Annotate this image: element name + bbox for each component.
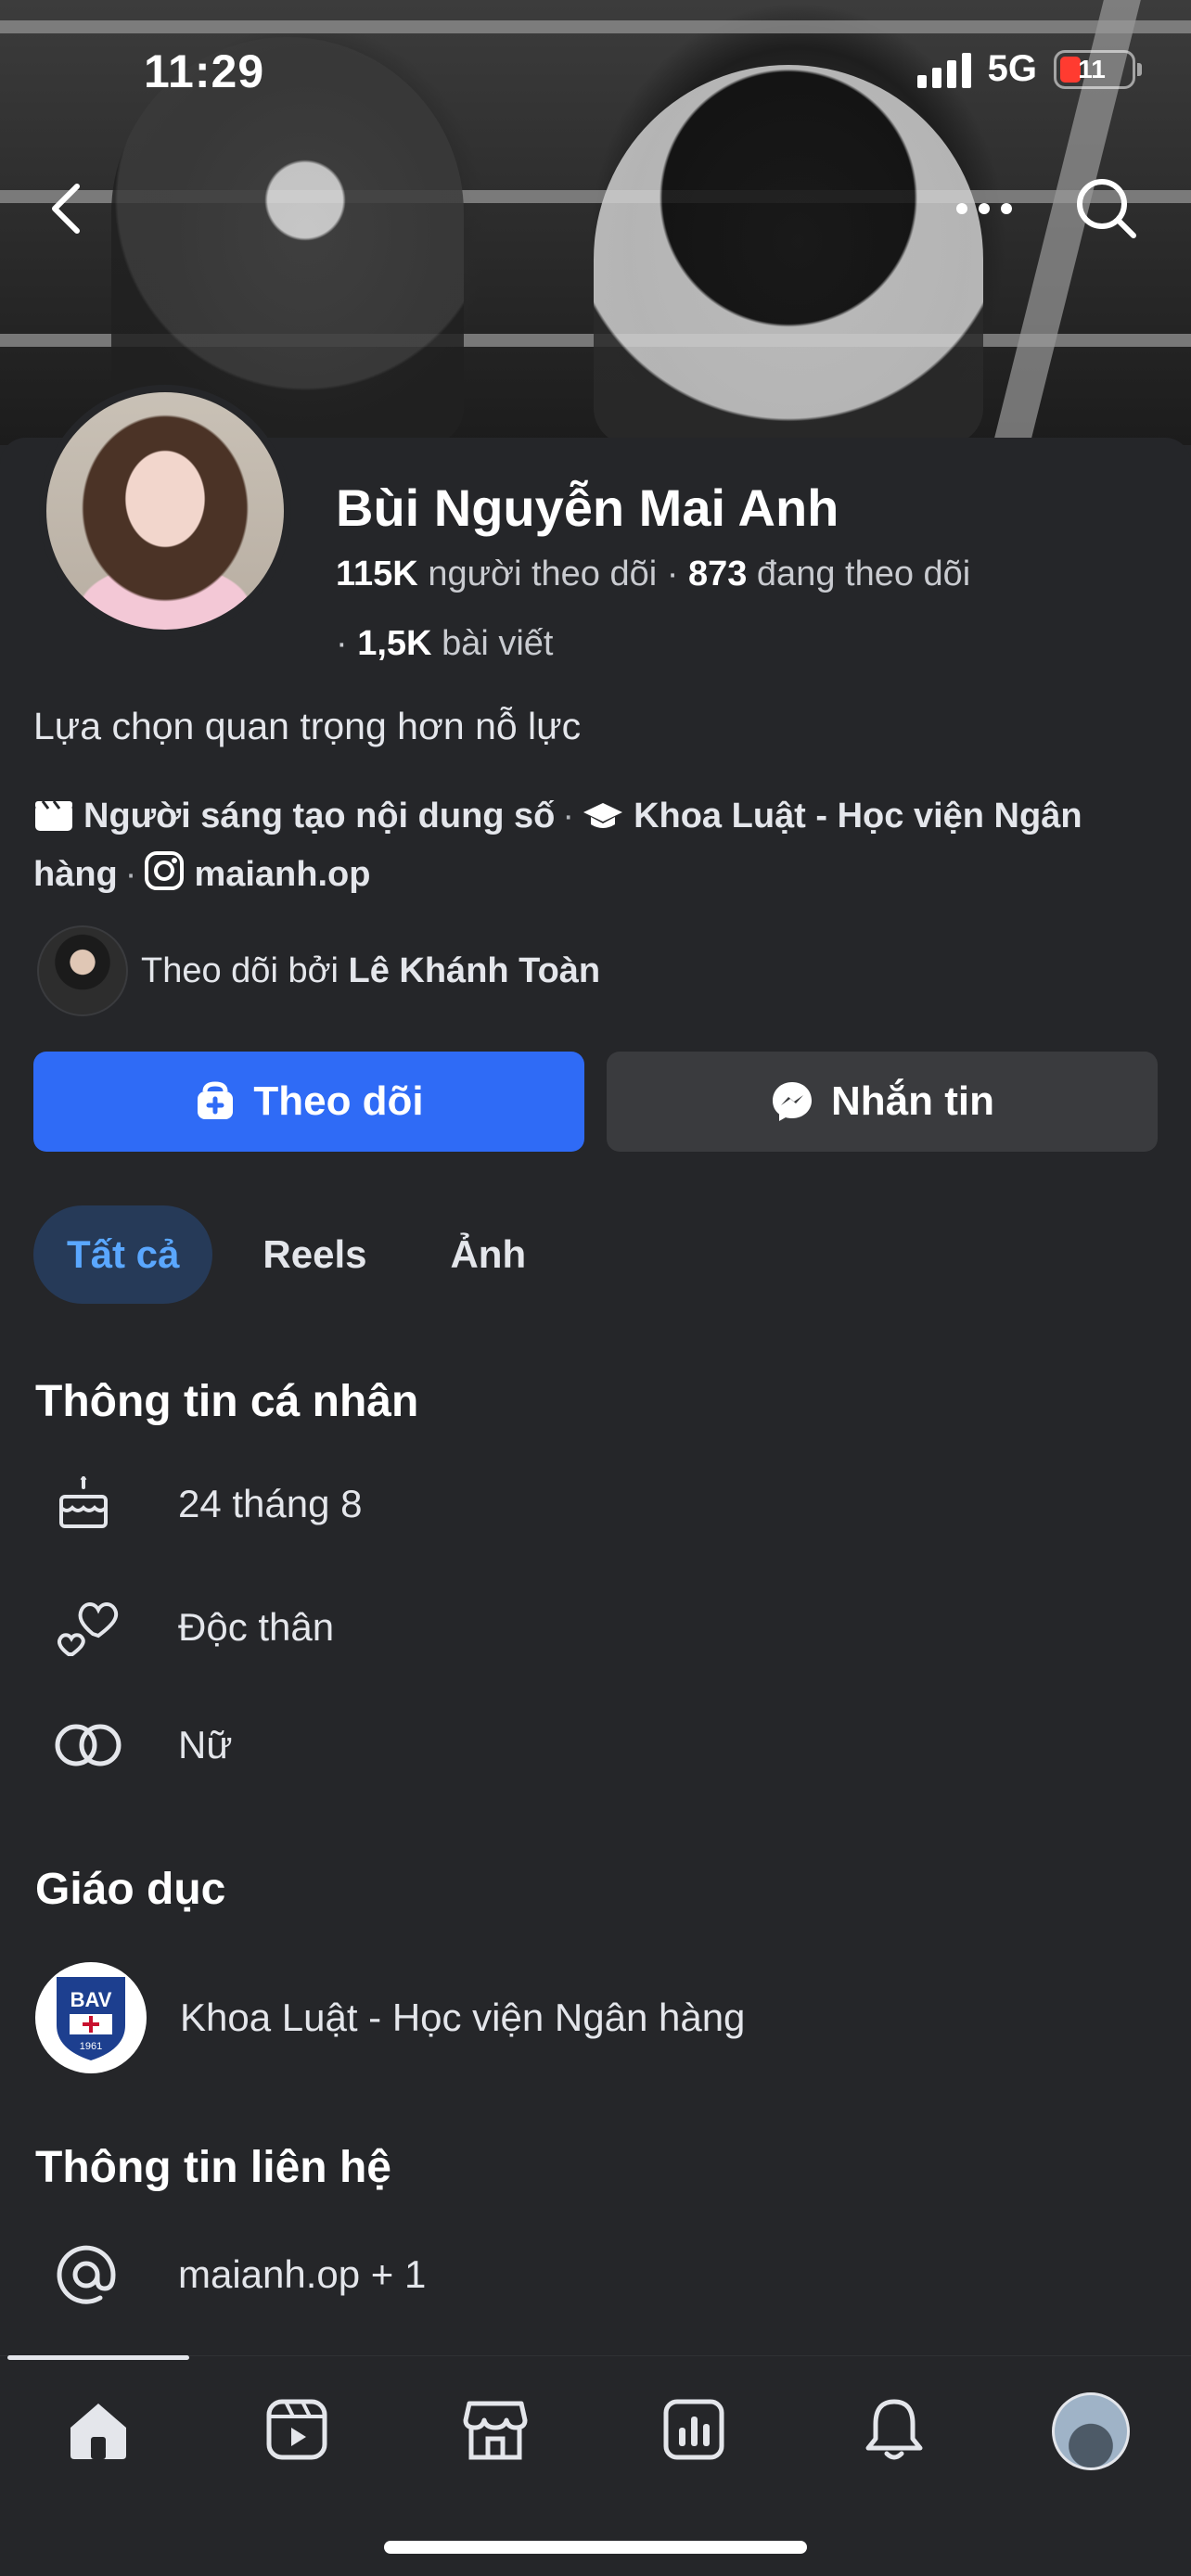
relationship-text: Độc thân — [178, 1605, 335, 1649]
notifications-icon[interactable] — [857, 2392, 931, 2467]
tab-photos[interactable]: Ảnh — [416, 1205, 559, 1304]
network-label: 5G — [987, 48, 1037, 89]
following-label[interactable]: đang theo dõi — [757, 555, 970, 593]
personal-info-title: Thông tin cá nhân — [35, 1377, 419, 1426]
content-tabs: Tất cả Reels Ảnh — [33, 1205, 559, 1304]
at-icon — [35, 2242, 147, 2307]
dashboard-icon[interactable] — [657, 2392, 731, 2467]
education-title: Giáo dục — [35, 1865, 226, 1914]
profile-avatar[interactable] — [39, 385, 291, 637]
school-name: Khoa Luật - Học viện Ngân hàng — [180, 1996, 746, 2039]
followers-count[interactable]: 115K — [336, 555, 418, 593]
school-logo-text: BAV — [70, 1988, 112, 2011]
instagram-icon — [144, 850, 185, 907]
school-logo-year: 1961 — [80, 2041, 102, 2052]
birthday-row: 24 tháng 8 — [35, 1474, 363, 1534]
message-button[interactable]: Nhắn tin — [607, 1052, 1158, 1152]
intro-category: Người sáng tạo nội dung số — [83, 797, 556, 835]
followed-by-name: Lê Khánh Toàn — [348, 950, 601, 990]
battery-icon: 11 — [1054, 49, 1142, 89]
followed-by-prefix: Theo dõi bởi — [141, 950, 339, 990]
posts-stats: · 1,5K bài viết — [336, 624, 554, 663]
contact-row[interactable]: maianh.op + 1 — [35, 2242, 426, 2307]
follow-button[interactable]: Theo dõi — [33, 1052, 584, 1152]
active-tab-indicator — [7, 2355, 189, 2360]
search-button[interactable] — [1074, 176, 1139, 241]
follow-label: Theo dõi — [253, 1078, 424, 1124]
profile-intro: Người sáng tạo nội dung số · Khoa Luật - … — [33, 790, 1165, 907]
signal-icon — [916, 51, 971, 88]
tab-all[interactable]: Tất cả — [33, 1205, 213, 1304]
profile-bio: Lựa chọn quan trọng hơn nỗ lực — [33, 705, 582, 747]
profile-avatar-nav[interactable] — [1052, 2392, 1130, 2470]
contact-title: Thông tin liên hệ — [35, 2143, 391, 2192]
followed-by[interactable]: Theo dõi bởi Lê Khánh Toàn — [37, 925, 600, 1016]
back-button[interactable] — [33, 176, 98, 241]
hearts-icon — [35, 1597, 147, 1658]
posts-count: 1,5K — [357, 624, 432, 663]
message-label: Nhắn tin — [831, 1078, 994, 1124]
birthday-text: 24 tháng 8 — [178, 1482, 363, 1525]
cake-icon — [35, 1474, 147, 1534]
more-icon — [956, 203, 1012, 214]
follow-icon — [198, 1081, 234, 1119]
gender-row: Nữ — [35, 1721, 232, 1769]
marketplace-icon[interactable] — [458, 2392, 532, 2467]
relationship-row: Độc thân — [35, 1597, 334, 1658]
more-options-button[interactable] — [952, 176, 1017, 241]
contact-text: maianh.op + 1 — [178, 2252, 427, 2296]
video-icon[interactable] — [260, 2392, 334, 2467]
status-indicators: 5G 11 — [916, 48, 1142, 90]
following-count[interactable]: 873 — [688, 555, 747, 593]
tab-reels[interactable]: Reels — [229, 1205, 400, 1304]
chevron-left-icon — [52, 184, 80, 234]
gender-icon — [35, 1721, 147, 1769]
messenger-icon — [773, 1082, 812, 1121]
education-row[interactable]: BAV 1961 Khoa Luật - Học viện Ngân hàng — [35, 1962, 745, 2073]
home-indicator[interactable] — [384, 2541, 807, 2554]
avatar — [1052, 2392, 1130, 2470]
profile-page: 11:29 5G 11 Bùi Nguyễn Mai Anh 115K ngườ… — [0, 0, 1191, 2576]
battery-level: 11 — [1078, 54, 1106, 83]
gender-text: Nữ — [178, 1723, 233, 1766]
clapperboard-icon — [33, 796, 74, 848]
profile-stats: 115K người theo dõi · 873 đang theo dõi — [336, 555, 971, 593]
graduation-cap-icon — [582, 796, 624, 848]
search-icon — [1077, 179, 1136, 238]
followers-label[interactable]: người theo dõi — [428, 555, 657, 593]
posts-label: bài viết — [442, 624, 554, 663]
school-logo: BAV 1961 — [35, 1962, 147, 2073]
profile-name: Bùi Nguyễn Mai Anh — [336, 478, 839, 537]
home-icon[interactable] — [61, 2392, 135, 2467]
intro-instagram[interactable]: maianh.op — [194, 855, 370, 894]
mutual-avatar — [37, 925, 128, 1016]
status-time: 11:29 — [144, 45, 265, 97]
